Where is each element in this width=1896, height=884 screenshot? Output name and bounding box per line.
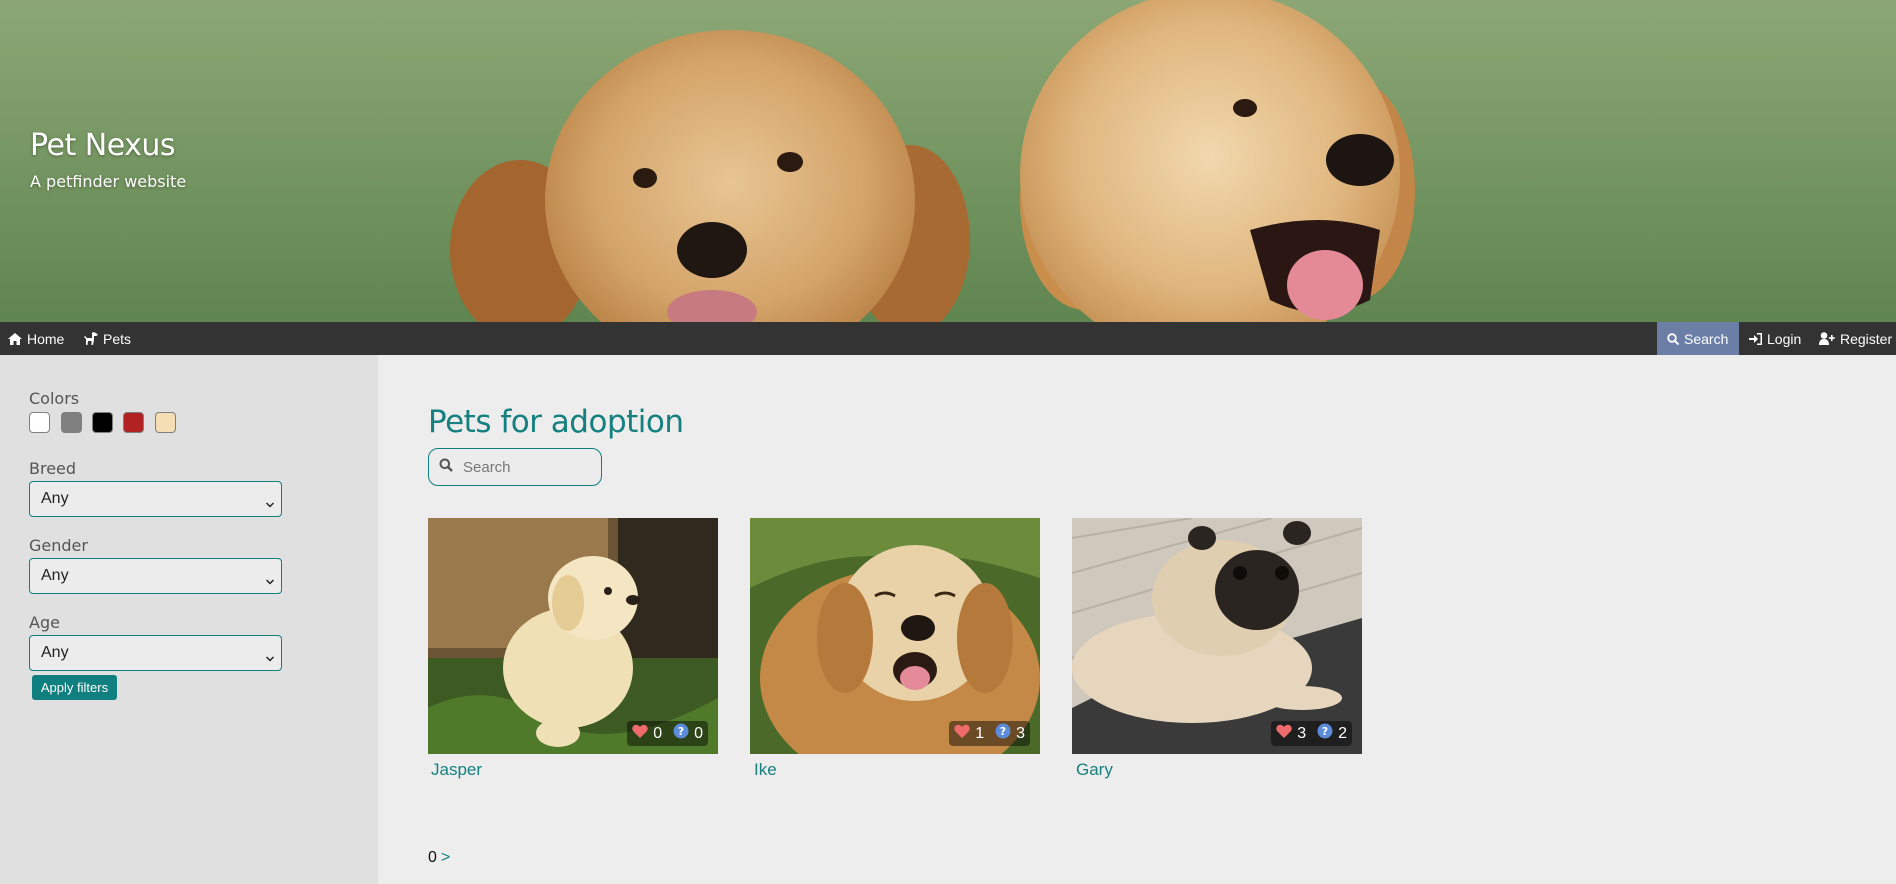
pagination: 0 > xyxy=(428,849,450,867)
pet-stats: 1 ? 3 xyxy=(949,721,1030,746)
color-swatch-black[interactable] xyxy=(92,412,113,433)
color-swatch-white[interactable] xyxy=(29,412,50,433)
likes-count: 3 xyxy=(1297,724,1307,742)
breed-select[interactable]: Any xyxy=(29,481,282,517)
age-select[interactable]: Any xyxy=(29,635,282,671)
pet-search-box[interactable] xyxy=(428,448,602,486)
colors-label: Colors xyxy=(29,389,80,408)
heart-icon xyxy=(1276,724,1292,743)
search-icon xyxy=(439,458,453,477)
chevron-down-icon xyxy=(265,649,275,667)
question-circle-icon: ? xyxy=(673,723,689,744)
apply-filters-button[interactable]: Apply filters xyxy=(32,675,117,700)
gender-select-value: Any xyxy=(41,567,69,584)
color-swatch-gray[interactable] xyxy=(61,412,82,433)
question-circle-icon: ? xyxy=(995,723,1011,744)
nav-home-label: Home xyxy=(27,330,65,347)
sign-in-icon xyxy=(1749,332,1762,345)
chevron-down-icon xyxy=(265,572,275,590)
pet-photo-ike xyxy=(750,518,1040,754)
svg-text:?: ? xyxy=(1322,725,1328,738)
heart-icon xyxy=(632,724,648,743)
nav-register-label: Register xyxy=(1840,330,1893,347)
likes-count: 1 xyxy=(975,724,985,742)
pet-stats: 3 ? 2 xyxy=(1271,721,1352,746)
search-icon xyxy=(1667,332,1679,345)
pet-photo-jasper xyxy=(428,518,718,754)
nav-pets[interactable]: Pets xyxy=(84,322,131,355)
pet-card-gary[interactable]: 3 ? 2 xyxy=(1072,518,1362,754)
top-navbar: Home Pets Search Login Register xyxy=(0,322,1896,355)
current-page: 0 xyxy=(428,849,437,866)
questions-count: 3 xyxy=(1016,724,1025,742)
gender-select[interactable]: Any xyxy=(29,558,282,594)
nav-register[interactable]: Register xyxy=(1819,322,1892,355)
heart-icon xyxy=(954,724,970,743)
chevron-down-icon xyxy=(265,495,275,513)
nav-login[interactable]: Login xyxy=(1749,322,1801,355)
pet-card-jasper[interactable]: 0 ? 0 xyxy=(428,518,718,754)
age-label: Age xyxy=(29,613,60,632)
hero-banner: Pet Nexus A petfinder website xyxy=(0,0,1896,322)
age-select-value: Any xyxy=(41,644,69,661)
nav-login-label: Login xyxy=(1767,330,1802,347)
nav-search-label: Search xyxy=(1684,330,1729,347)
next-page-link[interactable]: > xyxy=(441,849,450,867)
site-subtitle: A petfinder website xyxy=(30,172,187,191)
breed-select-value: Any xyxy=(41,490,69,507)
pet-card-ike[interactable]: 1 ? 3 xyxy=(750,518,1040,754)
pet-photo-gary xyxy=(1072,518,1362,754)
dog-icon xyxy=(84,332,98,345)
search-input[interactable] xyxy=(461,457,595,477)
home-icon xyxy=(8,332,22,345)
nav-search[interactable]: Search xyxy=(1657,322,1739,355)
pet-name-ike[interactable]: Ike xyxy=(754,760,777,780)
pet-name-gary[interactable]: Gary xyxy=(1076,760,1113,780)
likes-count: 0 xyxy=(653,724,663,742)
pet-stats: 0 ? 0 xyxy=(627,721,708,746)
gender-label: Gender xyxy=(29,536,88,555)
color-swatch-cream[interactable] xyxy=(155,412,176,433)
site-title: Pet Nexus xyxy=(30,128,176,163)
nav-home[interactable]: Home xyxy=(8,322,64,355)
user-plus-icon xyxy=(1819,332,1835,345)
pet-name-jasper[interactable]: Jasper xyxy=(431,760,482,780)
breed-label: Breed xyxy=(29,459,77,478)
color-swatch-red[interactable] xyxy=(123,412,144,433)
hero-puppies-image xyxy=(0,0,1896,322)
svg-text:?: ? xyxy=(1000,725,1006,738)
svg-text:?: ? xyxy=(678,725,684,738)
questions-count: 0 xyxy=(694,724,703,742)
questions-count: 2 xyxy=(1338,724,1347,742)
nav-pets-label: Pets xyxy=(103,330,132,347)
page-title: Pets for adoption xyxy=(428,404,684,440)
question-circle-icon: ? xyxy=(1317,723,1333,744)
